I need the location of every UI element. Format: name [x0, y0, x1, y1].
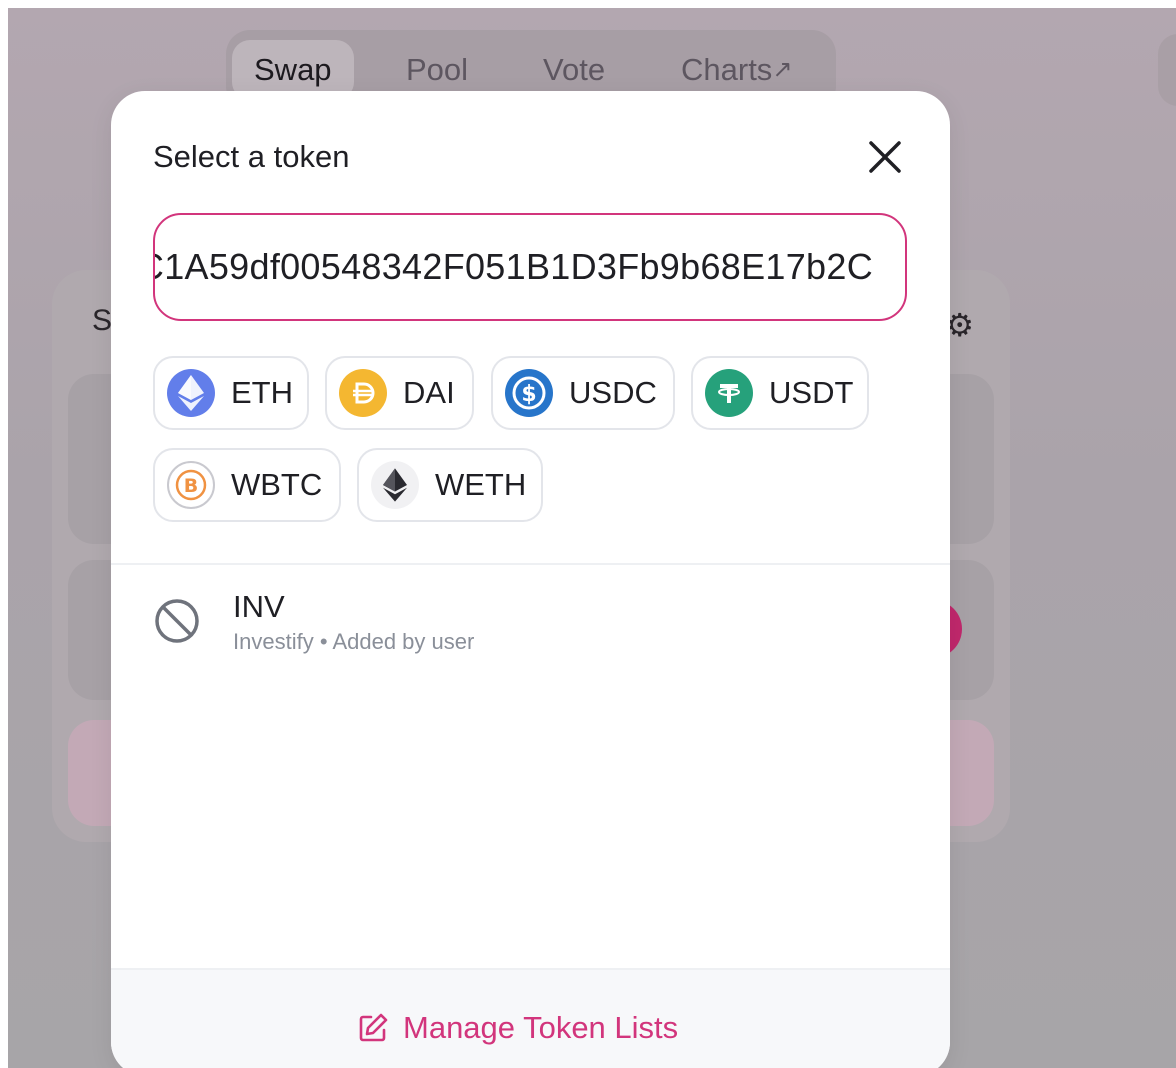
token-symbol: INV — [233, 589, 285, 624]
manage-token-lists-label: Manage Token Lists — [403, 1010, 679, 1045]
chip-label: WETH — [435, 467, 527, 502]
modal-footer: Manage Token Lists — [111, 968, 950, 1068]
modal-title: Select a token — [153, 139, 350, 174]
token-name: Investify — [233, 629, 314, 654]
svg-text:B: B — [184, 475, 198, 497]
no-logo-icon — [155, 599, 199, 643]
close-icon — [869, 141, 901, 173]
svg-text:$: $ — [521, 382, 536, 407]
usdc-icon: $ — [505, 369, 553, 417]
common-token-usdc[interactable]: $ USDC — [491, 356, 675, 430]
common-token-eth[interactable]: ETH — [153, 356, 309, 430]
eth-icon — [167, 369, 215, 417]
token-note: Added by user — [332, 629, 475, 654]
usdt-icon — [705, 369, 753, 417]
chip-label: DAI — [403, 375, 455, 410]
section-divider — [111, 563, 950, 565]
common-token-weth[interactable]: WETH — [357, 448, 543, 522]
manage-token-lists-button[interactable]: Manage Token Lists — [357, 1010, 678, 1046]
common-token-usdt[interactable]: USDT — [691, 356, 869, 430]
close-button[interactable] — [863, 135, 907, 179]
external-link-icon: ↗ — [772, 56, 793, 83]
common-token-wbtc[interactable]: B WBTC — [153, 448, 341, 522]
edit-icon — [359, 1013, 388, 1042]
tab-charts-label: Charts — [681, 52, 773, 87]
wbtc-icon: B — [167, 461, 215, 509]
dai-icon — [339, 369, 387, 417]
separator: • — [319, 629, 328, 654]
account-button[interactable] — [1158, 34, 1176, 106]
swap-card-title: S — [92, 304, 113, 337]
chip-label: USDC — [569, 375, 657, 410]
token-search-input[interactable] — [155, 215, 873, 319]
chip-label: ETH — [231, 375, 293, 410]
token-select-modal: Select a token ETH DAI — [111, 91, 950, 1068]
common-token-dai[interactable]: DAI — [325, 356, 474, 430]
token-subtitle: Investify • Added by user — [233, 629, 474, 655]
token-list-item[interactable]: INV Investify • Added by user — [153, 587, 913, 657]
chip-label: USDT — [769, 375, 854, 410]
token-search-field[interactable] — [153, 213, 907, 321]
chip-label: WBTC — [231, 467, 323, 502]
weth-icon — [371, 461, 419, 509]
